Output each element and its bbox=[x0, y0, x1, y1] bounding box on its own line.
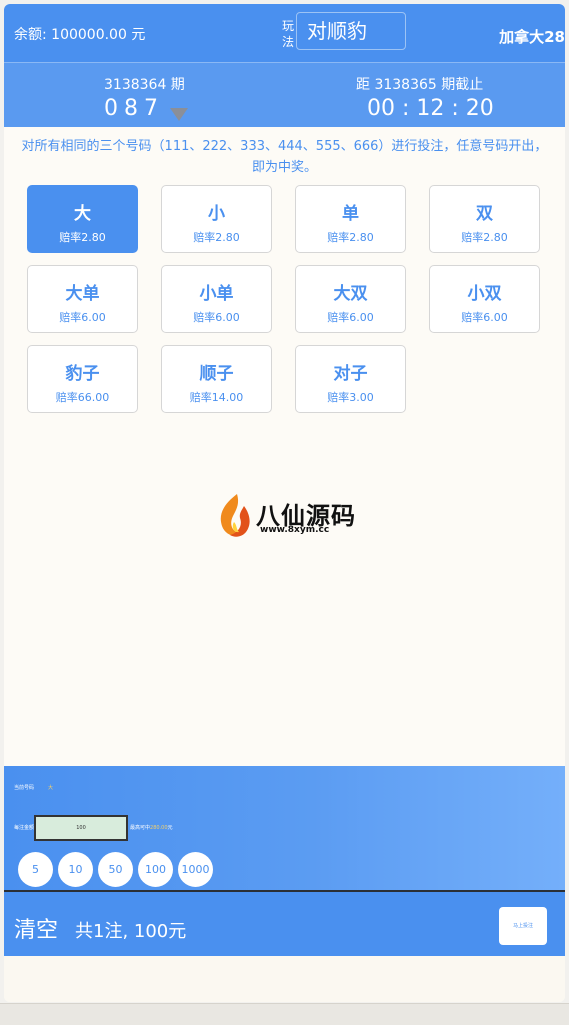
current-period: 3138364 期 bbox=[104, 77, 185, 93]
max-win-unit: 元 bbox=[167, 825, 173, 831]
bet-option-odds: 赔率66.00 bbox=[55, 391, 110, 404]
top-bar: 余额: 100000.00 元 玩法 对顺豹 加拿大28 bbox=[4, 4, 565, 62]
period-bar: 3138364 期 087 距 3138365 期截止 00 : 12 : 20 bbox=[4, 62, 565, 127]
clear-button[interactable]: 清空 bbox=[14, 912, 58, 944]
chip-100[interactable]: 100 bbox=[138, 852, 173, 887]
max-win-amount: 280.00 bbox=[150, 825, 168, 831]
bet-number-value: 大 bbox=[48, 785, 54, 791]
next-period-label: 距 3138365 期截止 bbox=[356, 77, 484, 93]
bet-option-odds: 赔率6.00 bbox=[59, 311, 106, 324]
chip-1000[interactable]: 1000 bbox=[178, 852, 213, 887]
amount-input[interactable]: 100 bbox=[34, 815, 128, 841]
bet-option-shuang[interactable]: 双 赔率2.80 bbox=[429, 185, 540, 253]
bet-number-label: 当前号码 bbox=[14, 785, 35, 791]
max-win-label: 最高可中 bbox=[130, 825, 151, 831]
watermark-url: www.8xym.cc bbox=[260, 525, 330, 535]
bet-option-odds: 赔率6.00 bbox=[461, 311, 508, 324]
bet-option-name: 大 bbox=[74, 204, 91, 224]
bet-option-odds: 赔率2.80 bbox=[461, 231, 508, 244]
bet-option-name: 小双 bbox=[467, 284, 502, 304]
bet-option-xiao[interactable]: 小 赔率2.80 bbox=[161, 185, 272, 253]
mode-select[interactable]: 对顺豹 bbox=[296, 12, 406, 50]
flame-icon bbox=[220, 494, 250, 537]
bet-option-name: 大单 bbox=[65, 284, 100, 304]
bet-option-name: 小单 bbox=[199, 284, 234, 304]
bet-option-baozi[interactable]: 豹子 赔率66.00 bbox=[27, 345, 138, 413]
countdown-timer: 00 : 12 : 20 bbox=[367, 96, 494, 121]
bet-option-odds: 赔率14.00 bbox=[189, 391, 244, 404]
bet-option-name: 豹子 bbox=[65, 364, 100, 384]
browser-bottom-bar bbox=[0, 1003, 569, 1025]
footer-bar: 清空 共1注, 100元 马上投注 bbox=[4, 890, 565, 956]
bet-option-name: 大双 bbox=[333, 284, 368, 304]
submit-bet-button[interactable]: 马上投注 bbox=[499, 907, 547, 945]
history-dropdown-icon[interactable] bbox=[170, 108, 188, 121]
bottom-spacer bbox=[4, 956, 565, 1002]
bet-option-odds: 赔率2.80 bbox=[327, 231, 374, 244]
bet-option-name: 小 bbox=[208, 204, 225, 224]
amount-label: 每注金额 bbox=[14, 825, 35, 831]
bet-option-name: 顺子 bbox=[199, 364, 234, 384]
bet-option-dashuang[interactable]: 大双 赔率6.00 bbox=[295, 265, 406, 333]
mode-label: 玩法 bbox=[282, 19, 295, 49]
bet-option-name: 单 bbox=[342, 204, 359, 224]
bet-option-odds: 赔率2.80 bbox=[59, 231, 106, 244]
bet-option-name: 双 bbox=[476, 204, 493, 224]
region-title[interactable]: 加拿大28 bbox=[499, 26, 565, 47]
bet-option-shunzi[interactable]: 顺子 赔率14.00 bbox=[161, 345, 272, 413]
bet-options-grid: 大 赔率2.80 小 赔率2.80 单 赔率2.80 双 赔率2.80 大单 赔… bbox=[27, 185, 547, 425]
bet-option-odds: 赔率2.80 bbox=[193, 231, 240, 244]
chip-5[interactable]: 5 bbox=[18, 852, 53, 887]
chip-50[interactable]: 50 bbox=[98, 852, 133, 887]
bet-option-dadan[interactable]: 大单 赔率6.00 bbox=[27, 265, 138, 333]
bet-option-da[interactable]: 大 赔率2.80 bbox=[27, 185, 138, 253]
bet-option-duizi[interactable]: 对子 赔率3.00 bbox=[295, 345, 406, 413]
bet-option-xiaoshuang[interactable]: 小双 赔率6.00 bbox=[429, 265, 540, 333]
bet-option-xiaodan[interactable]: 小单 赔率6.00 bbox=[161, 265, 272, 333]
bet-option-odds: 赔率6.00 bbox=[193, 311, 240, 324]
balance-text: 余额: 100000.00 元 bbox=[14, 27, 146, 43]
chip-10[interactable]: 10 bbox=[58, 852, 93, 887]
watermark-logo: 八仙源码 www.8xym.cc bbox=[216, 492, 366, 540]
current-result-number: 087 bbox=[104, 96, 164, 121]
bet-option-odds: 赔率6.00 bbox=[327, 311, 374, 324]
max-win-text: 最高可中280.00元 bbox=[130, 824, 173, 831]
bet-option-dan[interactable]: 单 赔率2.80 bbox=[295, 185, 406, 253]
play-description: 对所有相同的三个号码（111、222、333、444、555、666）进行投注，… bbox=[21, 139, 548, 175]
bet-option-name: 对子 bbox=[333, 364, 368, 384]
app-frame: 余额: 100000.00 元 玩法 对顺豹 加拿大28 3138364 期 0… bbox=[4, 4, 565, 1002]
bet-summary: 共1注, 100元 bbox=[75, 921, 187, 942]
bet-panel: 当前号码 大 每注金额 100 最高可中280.00元 5 10 50 100 … bbox=[4, 766, 565, 890]
bet-option-odds: 赔率3.00 bbox=[327, 391, 374, 404]
